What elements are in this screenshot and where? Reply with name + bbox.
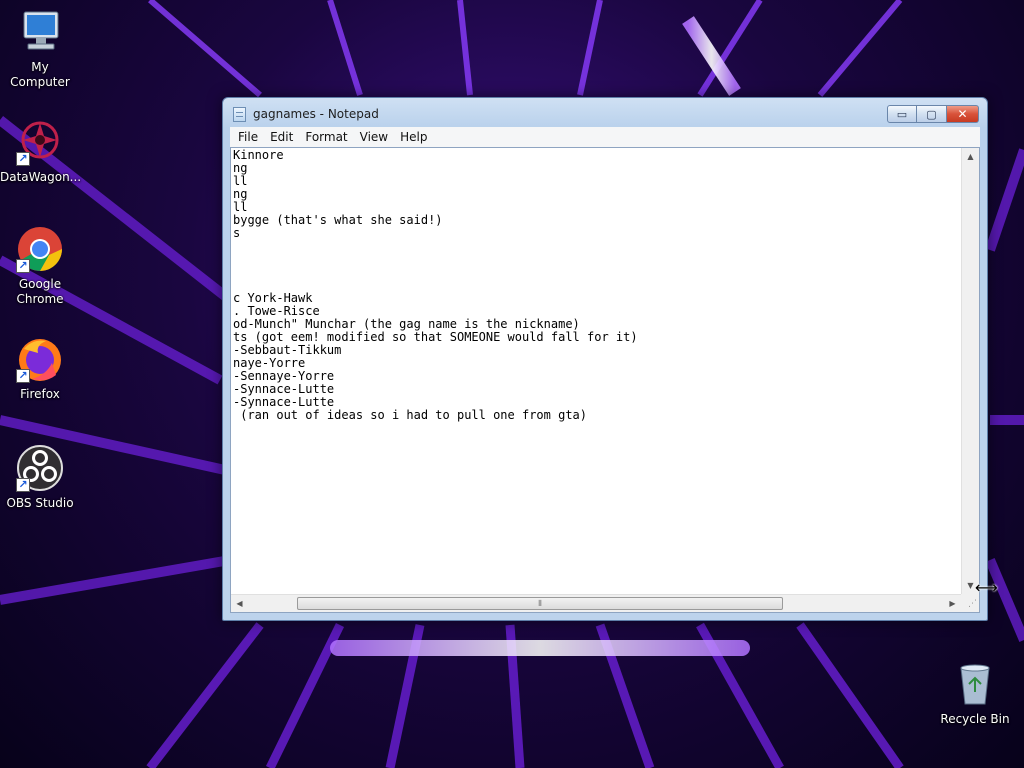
horizontal-scroll-thumb[interactable]: ⦀ — [297, 597, 783, 610]
text-line: -Sennaye-Yorre — [233, 369, 335, 383]
window-titlebar[interactable]: gagnames - Notepad ▭ ▢ ✕ — [223, 98, 987, 128]
text-line: naye-Yorre — [233, 356, 306, 370]
desktop-icon-label: OBS Studio — [6, 496, 74, 510]
desktop-icon-label: Firefox — [20, 387, 60, 401]
desktop-icon-google-chrome[interactable]: ↗ Google Chrome — [0, 225, 80, 307]
shortcut-arrow-icon: ↗ — [16, 478, 30, 492]
maximize-button[interactable]: ▢ — [917, 105, 947, 123]
close-button[interactable]: ✕ — [947, 105, 979, 123]
text-line: c York-Hawk — [233, 291, 313, 305]
text-editor[interactable]: Kinnore ng ll ng ll bygge (that's what she sa… — [230, 147, 980, 613]
shortcut-arrow-icon: ↗ — [16, 369, 30, 383]
firefox-icon: ↗ — [16, 335, 64, 383]
desktop-icon-my-computer[interactable]: My Computer — [0, 8, 80, 90]
text-line: s — [233, 226, 241, 240]
notepad-window[interactable]: gagnames - Notepad ▭ ▢ ✕ File Edit Forma… — [222, 97, 988, 621]
menu-view[interactable]: View — [354, 127, 394, 147]
menu-format[interactable]: Format — [299, 127, 353, 147]
resize-cursor-icon: ⟷ — [975, 578, 998, 597]
datawagon-icon: ↗ — [16, 118, 64, 166]
close-icon: ✕ — [957, 107, 968, 121]
vertical-scrollbar[interactable]: ▲ ▼ — [961, 148, 979, 594]
text-line: ll — [233, 174, 248, 188]
text-line: bygge (that's what she said!) — [233, 213, 443, 227]
text-line: -Synnace-Lutte — [233, 382, 335, 396]
text-line: ng — [233, 187, 248, 201]
obs-icon: ↗ — [16, 444, 64, 492]
caption-buttons: ▭ ▢ ✕ — [887, 105, 979, 123]
menu-edit[interactable]: Edit — [264, 127, 299, 147]
minimize-button[interactable]: ▭ — [887, 105, 917, 123]
menu-help[interactable]: Help — [394, 127, 433, 147]
menu-bar: File Edit Format View Help — [230, 127, 980, 147]
desktop-icon-label: DataWagon... — [0, 170, 82, 184]
text-line: (ran out of ideas so i had to pull one f… — [233, 408, 588, 422]
desktop-icon-recycle-bin[interactable]: Recycle Bin — [935, 660, 1015, 727]
desktop-icon-datawagon[interactable]: ↗ DataWagon... — [0, 118, 82, 185]
desktop-icon-label: Google Chrome — [16, 277, 64, 306]
text-line — [233, 266, 959, 279]
text-line — [233, 253, 959, 266]
text-line — [233, 240, 959, 253]
computer-icon — [16, 8, 64, 56]
desktop-icon-label: Recycle Bin — [940, 712, 1010, 726]
desktop-icon-obs-studio[interactable]: ↗ OBS Studio — [0, 444, 80, 511]
text-line: -Sebbaut-Tikkum — [233, 343, 342, 357]
minimize-icon: ▭ — [896, 107, 908, 121]
scroll-left-arrow-icon[interactable]: ◀ — [231, 595, 248, 612]
scroll-right-arrow-icon[interactable]: ▶ — [944, 595, 961, 612]
text-line: ng — [233, 161, 248, 175]
text-line — [233, 279, 959, 292]
menu-file[interactable]: File — [232, 127, 264, 147]
desktop-icon-firefox[interactable]: ↗ Firefox — [0, 335, 80, 402]
window-title: gagnames - Notepad — [253, 107, 379, 121]
shortcut-arrow-icon: ↗ — [16, 259, 30, 273]
text-line: ts (got eem! modified so that SOMEONE wo… — [233, 330, 638, 344]
scroll-up-arrow-icon[interactable]: ▲ — [962, 148, 979, 165]
chrome-icon: ↗ — [16, 225, 64, 273]
desktop-icon-label: My Computer — [10, 60, 70, 89]
editor-text-area[interactable]: Kinnore ng ll ng ll bygge (that's what she sa… — [233, 149, 959, 592]
maximize-icon: ▢ — [926, 107, 937, 121]
horizontal-scrollbar[interactable]: ◀ ⦀ ▶ — [231, 594, 961, 612]
shortcut-arrow-icon: ↗ — [16, 152, 30, 166]
thumb-grip-icon: ⦀ — [538, 598, 542, 608]
text-line: Kinnore — [233, 149, 284, 162]
notepad-icon — [233, 107, 246, 122]
recycle-bin-icon — [951, 660, 999, 708]
